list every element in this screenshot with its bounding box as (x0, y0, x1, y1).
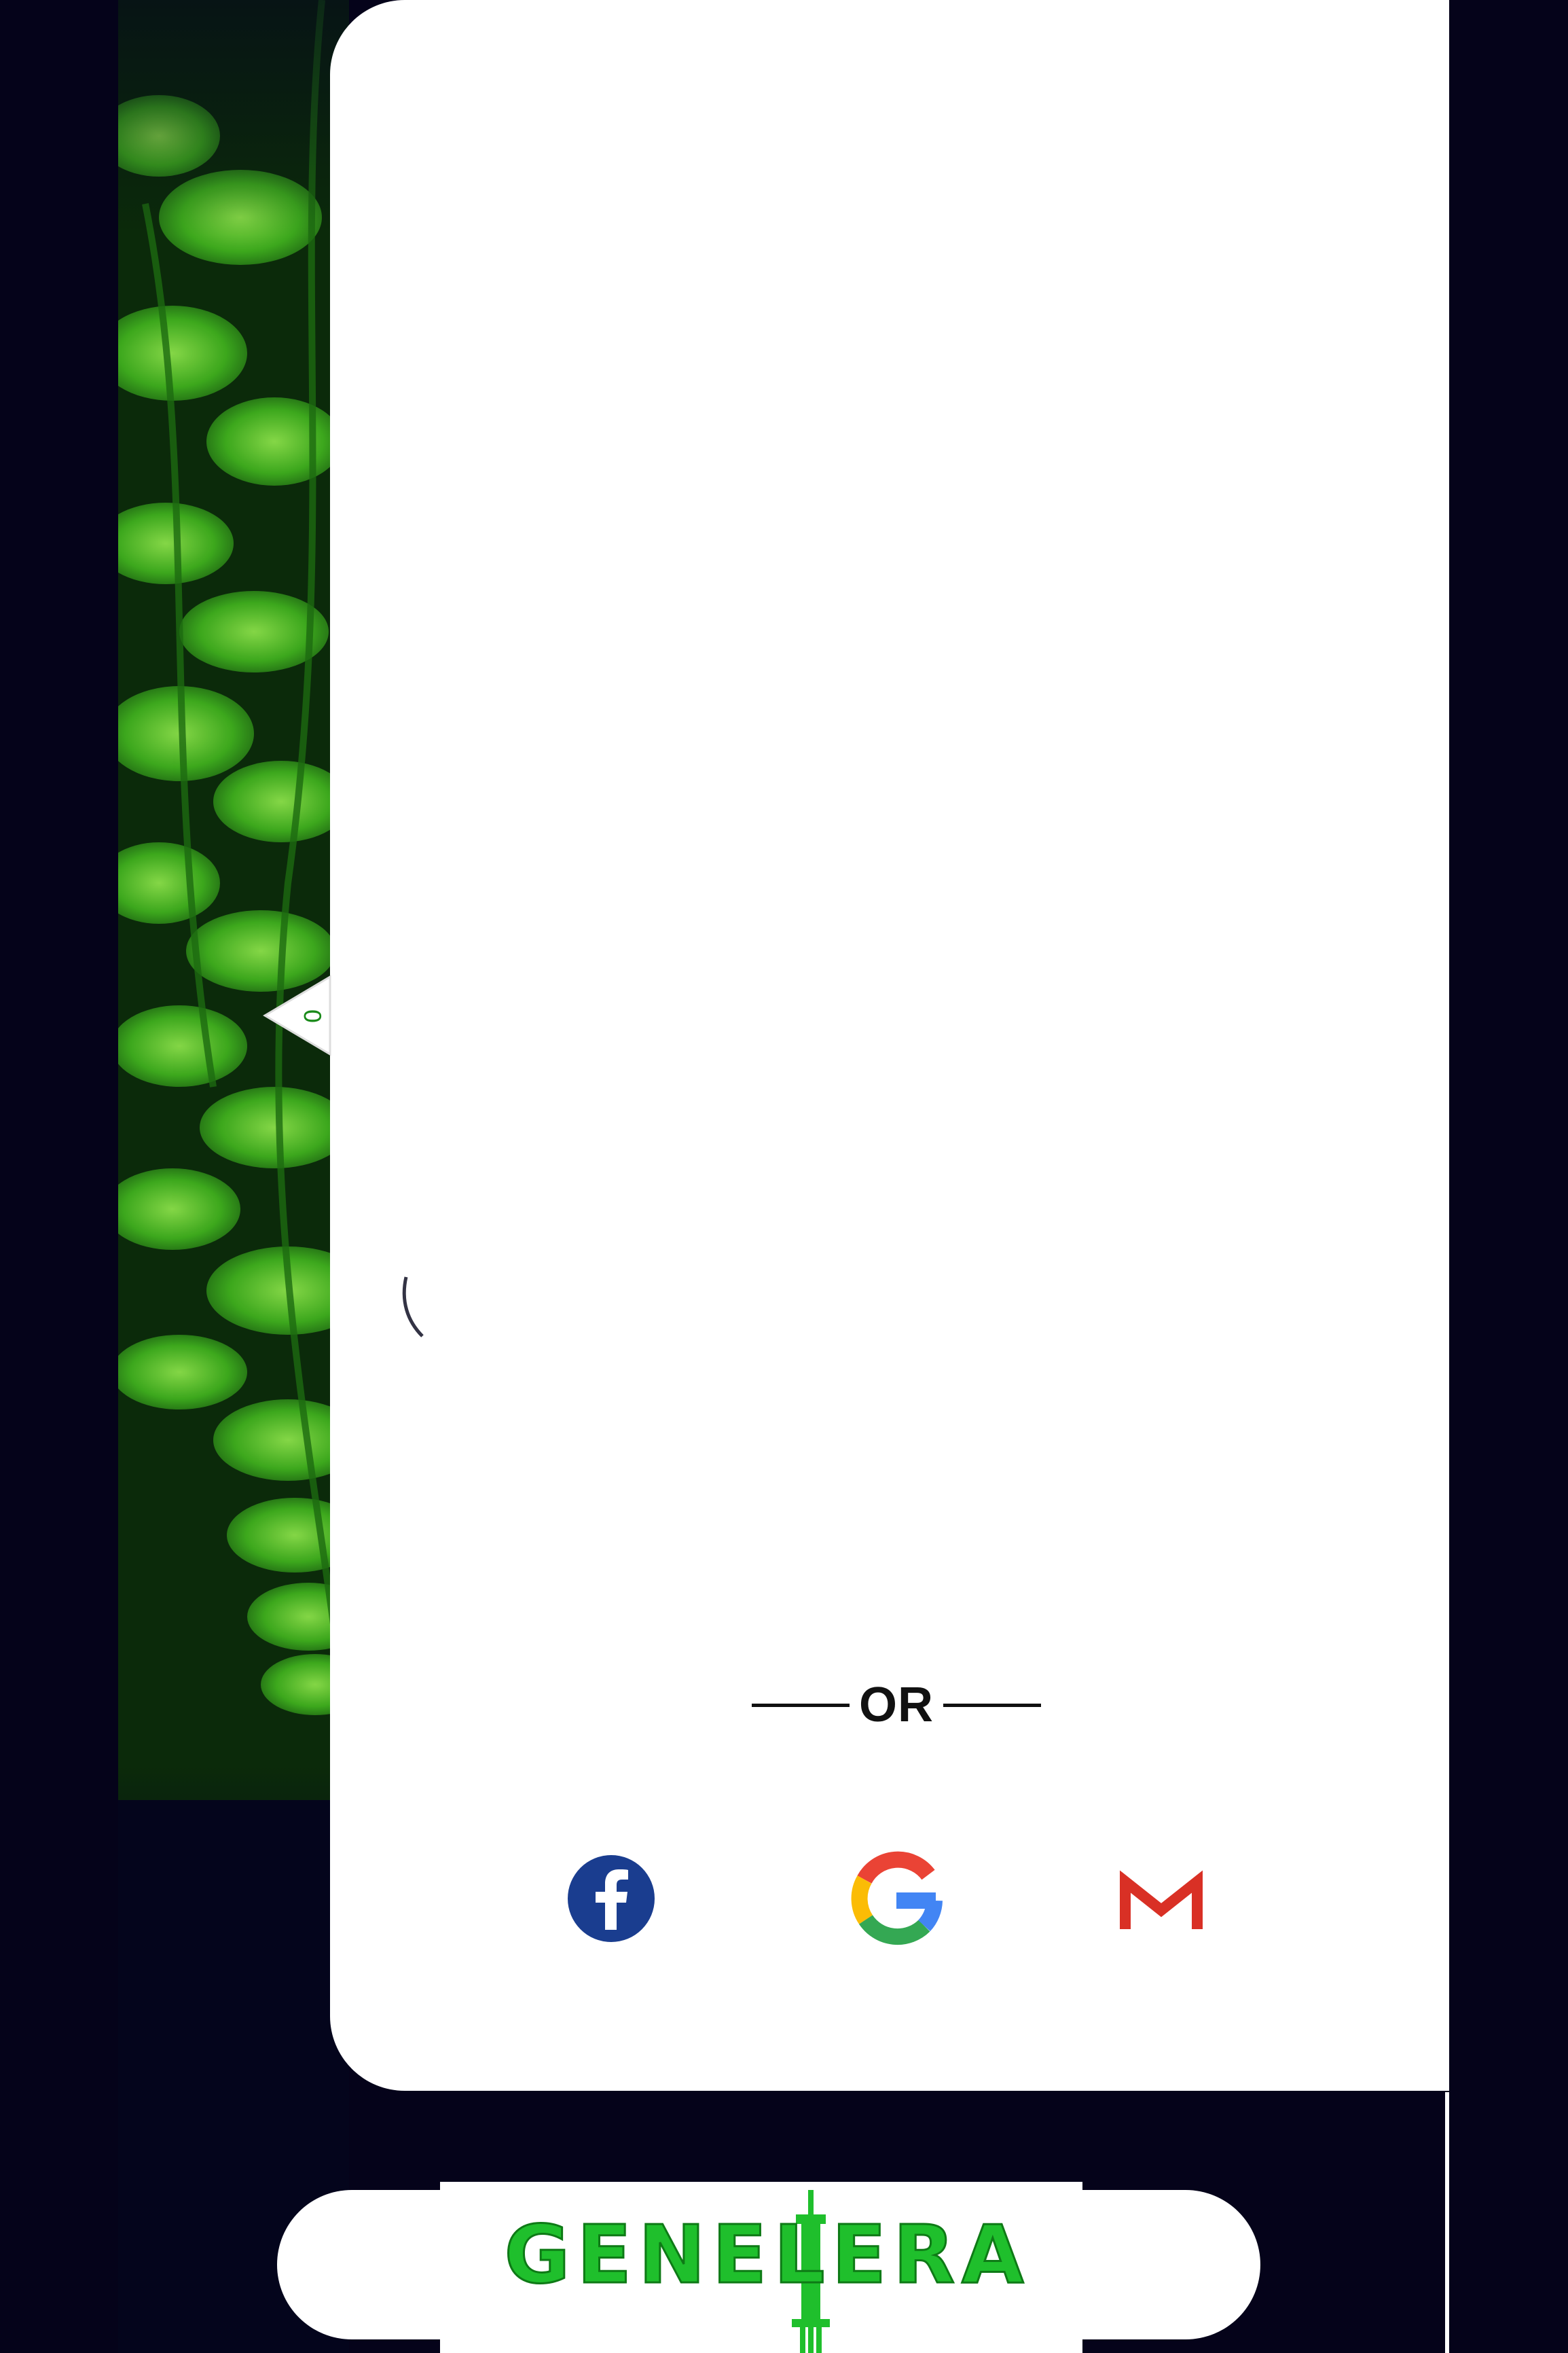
brand-logo-text: GENELERA (505, 2208, 1031, 2301)
chevron-left-icon: 0 (263, 975, 331, 1056)
divider-line-left (752, 1703, 850, 1707)
app-screen: 0 OR GENELERA (0, 0, 1568, 2353)
google-icon (851, 1851, 943, 1945)
divider-line-right (943, 1703, 1041, 1707)
brand-logo: GENELERA (503, 2190, 1031, 2353)
gmail-icon (1120, 1870, 1203, 1929)
facebook-icon (568, 1855, 655, 1942)
login-card (330, 0, 1449, 2091)
google-login-button[interactable] (842, 1844, 951, 1953)
card-edge-line (1445, 2092, 1449, 2353)
facebook-login-button[interactable] (557, 1844, 666, 1953)
gmail-login-button[interactable] (1107, 1849, 1216, 1958)
drawer-tab-label: 0 (298, 1009, 325, 1024)
fern-background-image (118, 0, 349, 2353)
drawer-toggle-tab[interactable]: 0 (258, 971, 333, 1060)
or-text: OR (859, 1678, 934, 1732)
or-divider: OR (747, 1678, 1046, 1732)
loading-spinner-icon (402, 1276, 424, 1337)
